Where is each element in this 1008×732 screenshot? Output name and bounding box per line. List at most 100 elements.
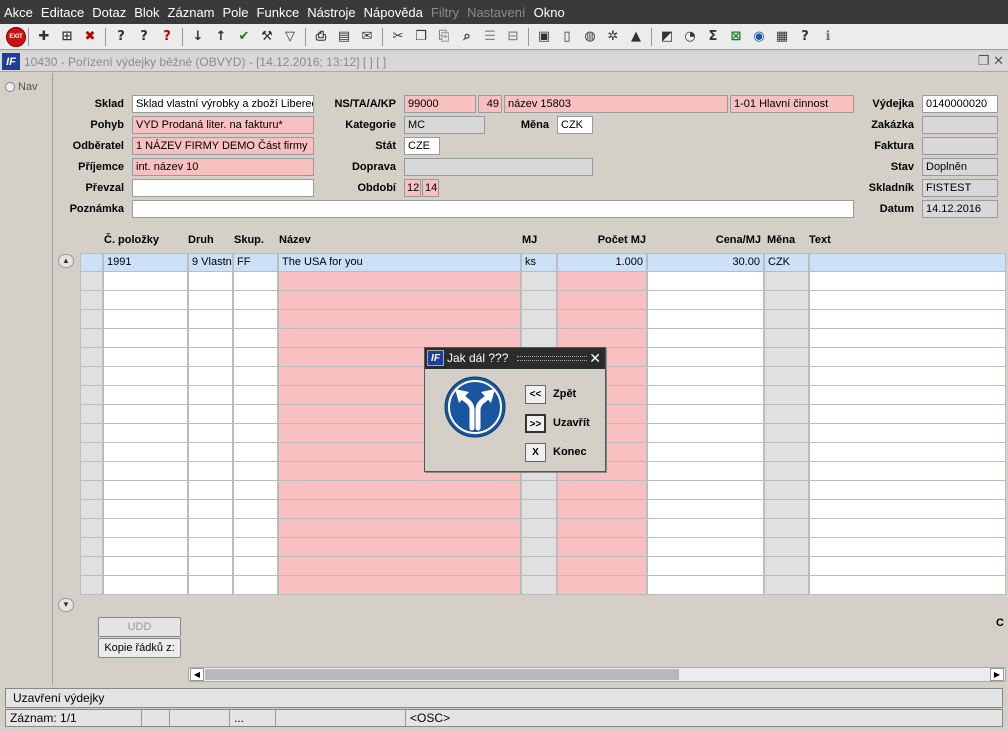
grid-cell-druh[interactable] bbox=[188, 272, 233, 291]
grid-cell-cislo[interactable] bbox=[103, 500, 188, 519]
clipboard-icon[interactable]: ▣ bbox=[534, 27, 554, 47]
grid-cell-druh[interactable] bbox=[188, 291, 233, 310]
grid-cell-skup[interactable] bbox=[233, 519, 278, 538]
grid-cell-mj[interactable] bbox=[521, 538, 557, 557]
menu-item-akce[interactable]: Akce bbox=[4, 5, 33, 20]
row-indicator[interactable] bbox=[80, 367, 103, 386]
grid-cell-cena[interactable] bbox=[647, 500, 764, 519]
grid-cell-skup[interactable]: FF bbox=[233, 253, 278, 272]
grid-cell-cislo[interactable] bbox=[103, 443, 188, 462]
menu-item-funkce[interactable]: Funkce bbox=[257, 5, 300, 20]
grid-cell-text[interactable] bbox=[809, 291, 1006, 310]
print-icon[interactable]: ⎙ bbox=[311, 27, 331, 47]
grid-cell-mena[interactable] bbox=[764, 481, 809, 500]
mena-field[interactable]: CZK bbox=[557, 116, 593, 134]
row-indicator[interactable] bbox=[80, 405, 103, 424]
row-indicator[interactable] bbox=[80, 557, 103, 576]
udd-button[interactable]: UDD bbox=[98, 617, 181, 637]
grid-cell-druh[interactable] bbox=[188, 557, 233, 576]
grid-cell-mena[interactable] bbox=[764, 329, 809, 348]
menu-item-napoveda[interactable]: Nápověda bbox=[364, 5, 423, 20]
grid-cell-mena[interactable] bbox=[764, 367, 809, 386]
sort-asc-icon[interactable]: ↓ bbox=[188, 27, 208, 47]
graph-icon[interactable]: ◩ bbox=[657, 27, 677, 47]
grid-cell-cena[interactable] bbox=[647, 367, 764, 386]
menu-item-editace[interactable]: Editace bbox=[41, 5, 84, 20]
grid-cell-cena[interactable] bbox=[647, 576, 764, 595]
grid-cell-pocet[interactable] bbox=[557, 538, 647, 557]
query-execute-icon[interactable]: ? bbox=[134, 27, 154, 47]
print-preview-icon[interactable]: ▤ bbox=[334, 27, 354, 47]
row-indicator[interactable] bbox=[80, 538, 103, 557]
menu-item-dotaz[interactable]: Dotaz bbox=[92, 5, 126, 20]
grid-cell-skup[interactable] bbox=[233, 386, 278, 405]
grid-cell-text[interactable] bbox=[809, 500, 1006, 519]
chart-icon[interactable]: ▲ bbox=[626, 27, 646, 47]
grid-cell-pocet[interactable]: 1.000 bbox=[557, 253, 647, 272]
grid-cell-cena[interactable] bbox=[647, 348, 764, 367]
grid-cell-cislo[interactable] bbox=[103, 310, 188, 329]
kopie-radku-button[interactable]: Kopie řádků z: bbox=[98, 638, 181, 658]
grid-cell-nazev[interactable] bbox=[278, 538, 521, 557]
grid-cell-cena[interactable] bbox=[647, 310, 764, 329]
grid-cell-cena[interactable] bbox=[647, 329, 764, 348]
grid-cell-text[interactable] bbox=[809, 576, 1006, 595]
menu-item-nastroje[interactable]: Nástroje bbox=[307, 5, 355, 20]
grid-cell-skup[interactable] bbox=[233, 424, 278, 443]
grid-cell-skup[interactable] bbox=[233, 538, 278, 557]
help-icon[interactable]: ? bbox=[795, 27, 815, 47]
grid-cell-cena[interactable] bbox=[647, 538, 764, 557]
grid-cell-mena[interactable] bbox=[764, 538, 809, 557]
stav-field[interactable]: Doplněn bbox=[922, 158, 998, 176]
grid-cell-pocet[interactable] bbox=[557, 329, 647, 348]
grid-cell-nazev[interactable] bbox=[278, 500, 521, 519]
grid-cell-cena[interactable] bbox=[647, 443, 764, 462]
grid-cell-pocet[interactable] bbox=[557, 500, 647, 519]
ns-field[interactable]: 99000 bbox=[404, 95, 476, 113]
grid-cell-mj[interactable] bbox=[521, 500, 557, 519]
grid-cell-cislo[interactable] bbox=[103, 557, 188, 576]
grid-cell-cislo[interactable] bbox=[103, 291, 188, 310]
grid-cell-nazev[interactable] bbox=[278, 481, 521, 500]
grid-cell-druh[interactable] bbox=[188, 405, 233, 424]
grid-cell-mena[interactable]: CZK bbox=[764, 253, 809, 272]
end-button[interactable]: X bbox=[525, 443, 546, 462]
grid-cell-skup[interactable] bbox=[233, 291, 278, 310]
row-indicator[interactable] bbox=[80, 443, 103, 462]
grid-cell-cislo[interactable] bbox=[103, 538, 188, 557]
grid-cell-mena[interactable] bbox=[764, 291, 809, 310]
menu-item-pole[interactable]: Pole bbox=[223, 5, 249, 20]
grid-vertical-scrollbar[interactable]: ▲ ▼ bbox=[58, 253, 75, 613]
grid-cell-mena[interactable] bbox=[764, 462, 809, 481]
grid-cell-pocet[interactable] bbox=[557, 519, 647, 538]
obdobi-year-field[interactable]: 14 bbox=[422, 179, 439, 197]
web-icon[interactable]: ◉ bbox=[749, 27, 769, 47]
grid-cell-cislo[interactable] bbox=[103, 348, 188, 367]
obdobi-month-field[interactable]: 12 bbox=[404, 179, 421, 197]
grid-cell-text[interactable] bbox=[809, 405, 1006, 424]
restore-icon[interactable]: ❐ bbox=[978, 53, 990, 68]
grid-cell-cislo[interactable] bbox=[103, 329, 188, 348]
info-icon[interactable]: ℹ bbox=[818, 27, 838, 47]
new-record-icon[interactable]: ✚ bbox=[34, 27, 54, 47]
grid-cell-cislo[interactable] bbox=[103, 424, 188, 443]
menu-item-blok[interactable]: Blok bbox=[134, 5, 159, 20]
row-indicator[interactable] bbox=[80, 481, 103, 500]
grid-cell-mj[interactable] bbox=[521, 310, 557, 329]
grid-cell-text[interactable] bbox=[809, 424, 1006, 443]
copy-icon[interactable]: ❐ bbox=[411, 27, 431, 47]
stat-field[interactable]: CZE bbox=[404, 137, 440, 155]
sort-desc-icon[interactable]: ↑ bbox=[211, 27, 231, 47]
grid-cell-mj[interactable] bbox=[521, 272, 557, 291]
grid-cell-cena[interactable] bbox=[647, 462, 764, 481]
grid-cell-cislo[interactable] bbox=[103, 576, 188, 595]
list-icon[interactable]: ☰ bbox=[480, 27, 500, 47]
paste-icon[interactable]: ⎘ bbox=[434, 27, 454, 47]
grid-cell-nazev[interactable] bbox=[278, 519, 521, 538]
grid-cell-cislo[interactable] bbox=[103, 367, 188, 386]
grid-cell-text[interactable] bbox=[809, 481, 1006, 500]
grid-cell-mj[interactable] bbox=[521, 519, 557, 538]
grid-cell-druh[interactable] bbox=[188, 329, 233, 348]
grid-cell-mena[interactable] bbox=[764, 348, 809, 367]
filter-icon[interactable]: ▽ bbox=[280, 27, 300, 47]
